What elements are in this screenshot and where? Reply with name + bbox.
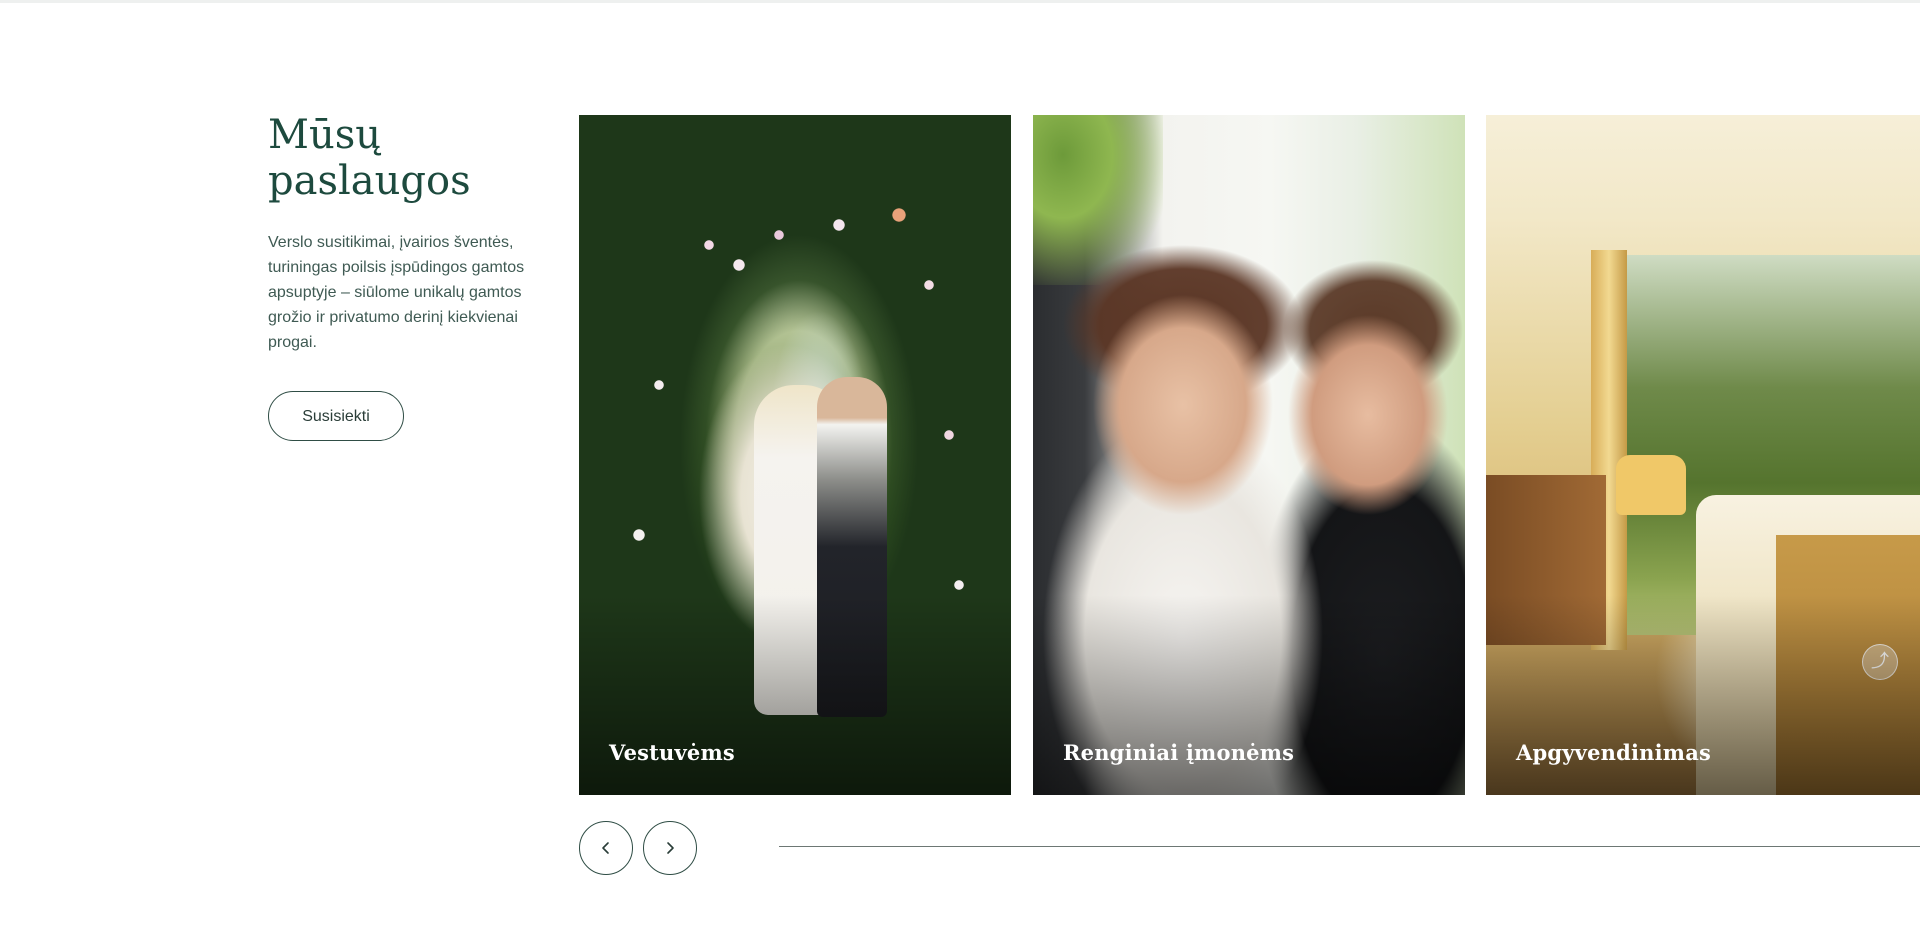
armchair: [1616, 455, 1686, 515]
section-description: Verslo susitikimai, įvairios šventės, tu…: [268, 234, 525, 351]
contact-button[interactable]: Susisiekti: [268, 391, 404, 441]
services-intro: Mūsų paslaugos Verslo susitikimai, įvair…: [268, 112, 548, 441]
service-card-accommodation[interactable]: ⤴ Apgyvendinimas: [1486, 115, 1920, 795]
card-label: Renginiai įmonėms: [1063, 740, 1295, 765]
carousel-next-button[interactable]: [643, 821, 697, 875]
card-label: Apgyvendinimas: [1516, 740, 1712, 765]
card-label: Vestuvėms: [609, 740, 735, 765]
carousel-progress-track: [779, 846, 1920, 847]
section-title: Mūsų paslaugos: [268, 112, 471, 204]
top-divider: [0, 0, 1920, 3]
card-shade: [1033, 595, 1465, 795]
service-card-weddings[interactable]: Vestuvėms: [579, 115, 1011, 795]
chevron-left-icon: [602, 842, 609, 854]
card-shade: [1486, 595, 1920, 795]
chevron-right-icon: [667, 842, 674, 854]
card-shade: [579, 595, 1011, 795]
foliage: [1033, 115, 1163, 285]
carousel-prev-button[interactable]: [579, 821, 633, 875]
service-card-corporate-events[interactable]: Renginiai įmonėms: [1033, 115, 1465, 795]
